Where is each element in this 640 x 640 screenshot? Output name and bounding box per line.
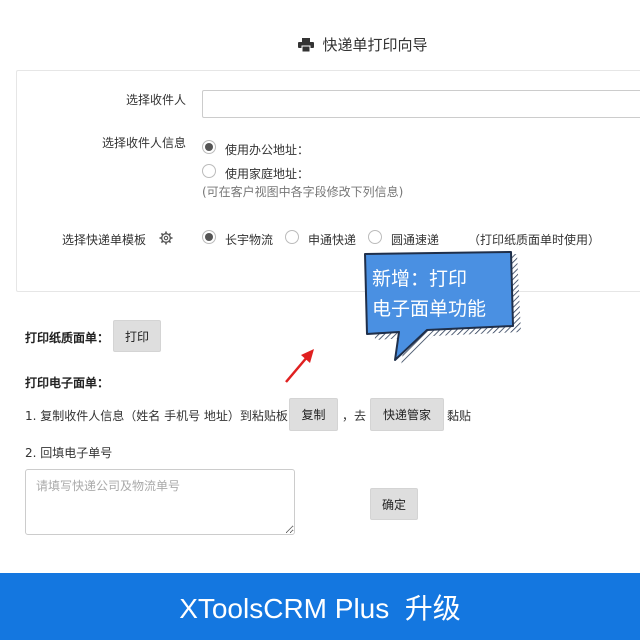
recipient-select[interactable] — [202, 90, 640, 118]
red-arrow-icon — [285, 349, 314, 383]
template-label-1: 长宇物流 — [225, 233, 274, 247]
template-label-2: 申通快递 — [308, 233, 357, 247]
template-label-3: 圆通速递 — [391, 233, 440, 247]
go-text: ，去 — [342, 409, 367, 423]
page-title: 快递单打印向导 — [0, 34, 640, 56]
tracking-number-input[interactable] — [25, 469, 295, 535]
callout-text: 新增：打印 电子面单功能 — [372, 264, 522, 324]
template-radio-2[interactable] — [285, 230, 299, 244]
template-hint: （打印纸质面单时使用） — [468, 233, 601, 247]
home-address-label: 使用家庭地址： — [225, 167, 310, 181]
page-title-text: 快递单打印向导 — [322, 36, 428, 54]
paste-text: 黏贴 — [447, 409, 472, 423]
banner-text: XToolsCRM Plus 升级 — [179, 592, 461, 624]
recipient-label: 选择收件人 — [125, 93, 186, 107]
template-label: 选择快递单模板 — [61, 233, 146, 247]
home-address-radio[interactable] — [202, 164, 216, 178]
office-address-radio[interactable] — [202, 140, 216, 154]
callout-line-1: 新增：打印 — [372, 268, 468, 290]
print-button[interactable]: 打印 — [113, 320, 161, 352]
template-radio-3[interactable] — [368, 230, 382, 244]
printer-icon — [298, 38, 315, 56]
print-electronic-label: 打印电子面单： — [25, 376, 110, 390]
step1-text: 1. 复制收件人信息（姓名 手机号 地址）到粘贴板 — [25, 409, 288, 423]
recipient-info-label: 选择收件人信息 — [101, 136, 186, 150]
template-radio-1[interactable] — [202, 230, 216, 244]
step2-text: 2. 回填电子单号 — [25, 446, 113, 460]
footer-banner: XToolsCRM Plus 升级 — [0, 573, 640, 640]
gear-icon[interactable] — [159, 231, 173, 248]
express-manager-button[interactable]: 快递管家 — [370, 398, 444, 431]
callout-line-2: 电子面单功能 — [372, 298, 487, 320]
copy-button[interactable]: 复制 — [289, 398, 338, 431]
confirm-button[interactable]: 确定 — [370, 488, 418, 520]
print-paper-label: 打印纸质面单： — [25, 331, 110, 345]
office-address-label: 使用办公地址： — [225, 143, 310, 157]
address-hint: (可在客户视图中各字段修改下列信息) — [202, 185, 404, 199]
